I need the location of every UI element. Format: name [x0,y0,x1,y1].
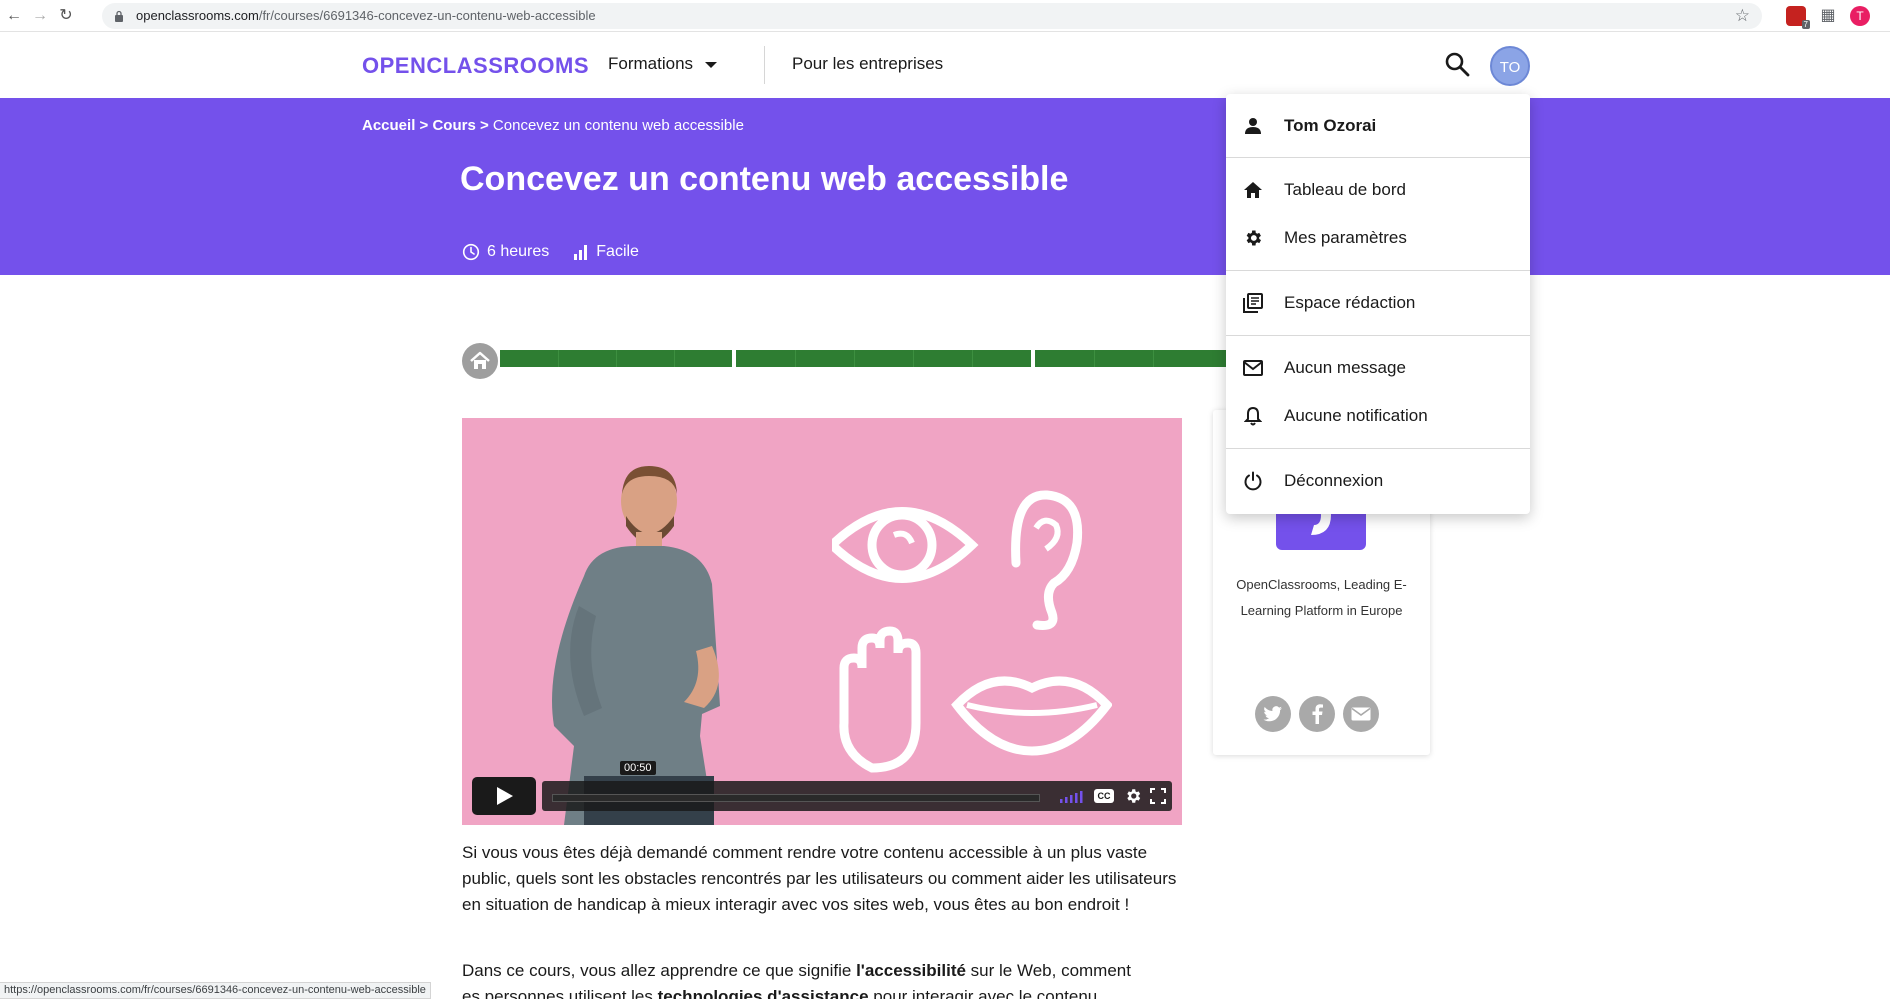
email-share-button[interactable] [1343,696,1379,732]
menu-item-notifications[interactable]: Aucune notification [1226,392,1530,440]
browser-toolbar: ← → ↻ openclassrooms.com/fr/courses/6691… [0,0,1890,32]
user-avatar[interactable]: TO [1490,46,1530,86]
link-status-bar: https://openclassrooms.com/fr/courses/66… [0,982,431,999]
menu-item-label: Espace rédaction [1284,293,1416,312]
extensions-puzzle-icon[interactable]: ▦ [1818,6,1838,26]
breadcrumb: Accueil > Cours > Concevez un contenu we… [362,117,744,134]
user-menu-dropdown: Tom Ozorai Tableau de bord Mes paramètre… [1226,94,1530,514]
video-controls: 00:50 CC [472,761,1172,815]
menu-item-settings[interactable]: Mes paramètres [1226,214,1530,262]
breadcrumb-separator: > [415,117,433,134]
lock-icon [115,10,123,22]
course-intro-video[interactable]: 00:50 CC [462,418,1182,825]
text-fragment: pour interagir avec le contenu [868,987,1098,999]
video-settings-icon[interactable] [1124,787,1142,805]
text-fragment: Dans ce cours, vous allez apprendre ce q… [462,961,857,980]
course-home-button[interactable] [462,343,498,379]
menu-item-logout[interactable]: Déconnexion [1226,457,1530,505]
breadcrumb-home[interactable]: Accueil [362,117,415,134]
course-title: Concevez un contenu web accessible [460,160,1069,198]
menu-item-label: Aucun message [1284,358,1406,377]
course-level: Facile [573,243,639,261]
home-icon [1242,179,1264,201]
person-icon [1242,115,1264,137]
menu-item-writing-space[interactable]: Espace rédaction [1226,279,1530,327]
fullscreen-icon[interactable] [1150,788,1166,804]
bold-term: l'accessibilité [856,961,966,980]
breadcrumb-courses[interactable]: Cours [432,117,475,134]
twitter-share-button[interactable] [1255,696,1291,732]
closed-captions-button[interactable]: CC [1094,789,1114,803]
reload-icon[interactable]: ↻ [56,6,76,26]
level-text: Facile [596,243,639,260]
menu-divider [1226,448,1530,449]
duration-text: 6 heures [487,243,550,260]
openclassrooms-logo[interactable]: OPENCLASSROOMS [362,53,589,79]
course-meta: 6 heures Facile [462,243,663,261]
nav-entreprises[interactable]: Pour les entreprises [792,54,943,74]
menu-divider [1226,157,1530,158]
library-books-icon [1242,292,1264,314]
breadcrumb-current: Concevez un contenu web accessible [492,117,744,134]
menu-item-label: Aucune notification [1284,406,1428,425]
twitter-icon [1263,706,1282,722]
video-scrubber[interactable] [552,794,1040,802]
user-name: Tom Ozorai [1284,116,1377,135]
browser-profile-avatar[interactable]: T [1850,6,1870,26]
card-description: OpenClassrooms, Leading E-Learning Platf… [1236,577,1407,618]
menu-item-messages[interactable]: Aucun message [1226,344,1530,392]
text-fragment: sur le Web, comment [965,961,1131,980]
caret-down-icon [705,61,718,68]
time-tooltip: 00:50 [620,761,656,775]
progress-segment-part-2[interactable] [736,350,1031,367]
mail-outline-icon [1242,357,1264,379]
gear-icon [1242,227,1264,249]
progress-segment-part-3[interactable] [1035,350,1230,367]
menu-item-label: Mes paramètres [1284,228,1407,247]
menu-divider [1226,335,1530,336]
back-icon[interactable]: ← [4,6,24,26]
nav-formations[interactable]: Formations [608,54,718,74]
course-intro-paragraph: Si vous vous êtes déjà demandé comment r… [462,843,1177,914]
play-icon [497,787,513,805]
volume-icon[interactable] [1060,791,1084,803]
breadcrumb-separator: > [475,117,493,134]
menu-item-dashboard[interactable]: Tableau de bord [1226,166,1530,214]
facebook-share-button[interactable] [1299,696,1335,732]
power-icon [1242,470,1264,492]
url-text: openclassrooms.com/fr/courses/6691346-co… [136,8,596,23]
site-header: OPENCLASSROOMS Formations Pour les entre… [0,33,1890,98]
address-bar[interactable]: openclassrooms.com/fr/courses/6691346-co… [102,3,1762,29]
clock-icon [462,243,480,261]
bookmark-star-icon[interactable]: ☆ [1735,6,1750,26]
course-hero: Accueil > Cours > Concevez un contenu we… [0,98,1890,275]
extension-badge: 7 [1801,20,1810,29]
video-control-panel: 00:50 CC [542,761,1172,811]
menu-item-label: Tableau de bord [1284,180,1406,199]
nav-formations-label: Formations [608,54,694,73]
nav-divider [764,46,765,84]
shield-extension-icon[interactable]: 7 [1786,6,1810,29]
mail-icon [1351,707,1371,721]
course-duration: 6 heures [462,243,549,261]
facebook-icon [1312,704,1323,724]
difficulty-bars-icon [574,245,588,260]
text-fragment: es personnes utilisent les [462,987,658,999]
play-button[interactable] [472,777,536,815]
bold-term: technologies d'assistance [657,987,869,999]
menu-item-label: Déconnexion [1284,471,1384,490]
bell-icon [1242,405,1264,427]
course-description-paragraph: Dans ce cours, vous allez apprendre ce q… [462,958,1184,999]
search-icon[interactable] [1444,51,1470,77]
menu-divider [1226,270,1530,271]
accessibility-icons-illustration [832,490,1112,773]
forward-icon[interactable]: → [30,6,50,26]
progress-segment-part-1[interactable] [500,350,732,367]
home-icon [470,351,490,369]
user-menu-profile[interactable]: Tom Ozorai [1226,102,1530,150]
